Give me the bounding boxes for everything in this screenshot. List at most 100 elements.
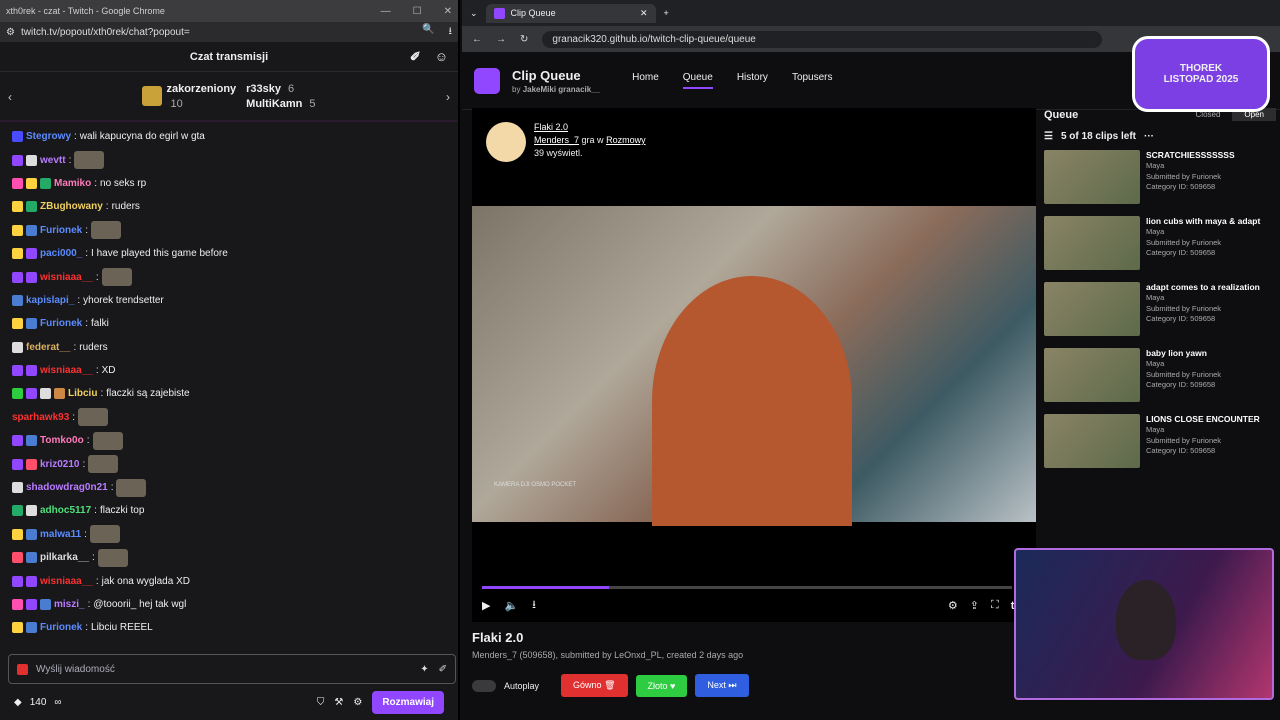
badge-icon[interactable] <box>26 154 37 166</box>
badge-icon[interactable] <box>12 177 23 189</box>
author-link[interactable]: JakeMiki <box>523 85 556 94</box>
badge-icon[interactable] <box>12 458 23 470</box>
queue-thumbnail[interactable] <box>1044 282 1140 336</box>
badge-icon[interactable] <box>12 552 23 564</box>
download-icon[interactable]: ⭳ <box>532 596 536 615</box>
nav-history[interactable]: History <box>737 72 768 89</box>
users-icon[interactable]: ☺ <box>435 49 448 65</box>
clip-category[interactable]: Rozmowy <box>606 135 646 145</box>
emote-icon[interactable] <box>116 478 147 497</box>
gift-main-user[interactable]: zakorzeniony <box>166 83 236 95</box>
chat-username[interactable]: wisniaaa__ <box>40 576 93 587</box>
gear-icon[interactable]: ⚙ <box>948 599 958 612</box>
chat-username[interactable]: Stegrowy <box>26 131 71 142</box>
queue-thumbnail[interactable] <box>1044 150 1140 204</box>
badge-icon[interactable] <box>40 388 51 400</box>
chat-username[interactable]: wisniaaa__ <box>40 272 93 283</box>
emote-icon[interactable] <box>89 525 120 544</box>
chat-username[interactable]: miszi_ <box>54 599 85 610</box>
url-field[interactable]: granacik320.github.io/twitch-clip-queue/… <box>542 30 1103 48</box>
chat-username[interactable]: Tomko0o <box>40 435 84 446</box>
badge-icon[interactable] <box>12 341 23 353</box>
new-tab-icon[interactable]: + <box>664 8 669 18</box>
badge-icon[interactable] <box>26 318 37 330</box>
badge-icon[interactable] <box>26 528 37 540</box>
send-button[interactable]: Rozmawiaj <box>372 690 444 714</box>
chat-url[interactable]: twitch.tv/popout/xth0rek/chat?popout= <box>21 27 190 38</box>
badge-icon[interactable] <box>12 528 23 540</box>
badge-icon[interactable] <box>26 201 37 213</box>
chat-username[interactable]: pilkarka__ <box>40 552 89 563</box>
chat-username[interactable]: Mamiko <box>54 178 91 189</box>
badge-icon[interactable] <box>12 435 23 447</box>
back-icon[interactable]: ← <box>472 34 482 45</box>
badge-icon[interactable] <box>12 248 23 260</box>
queue-item[interactable]: lion cubs with maya & adapt Maya Submitted… <box>1044 216 1276 274</box>
badge-icon[interactable] <box>26 622 37 634</box>
chat-username[interactable]: federat__ <box>26 342 70 353</box>
forward-icon[interactable]: → <box>496 34 506 45</box>
emote-icon[interactable] <box>74 151 105 170</box>
badge-icon[interactable] <box>12 294 23 306</box>
good-button[interactable]: Złoto ♥ <box>635 674 688 697</box>
shield-icon[interactable]: ⛉ <box>317 697 325 708</box>
badge-icon[interactable] <box>26 575 37 587</box>
mod-icon[interactable]: ⚒ <box>334 697 343 708</box>
badge-icon[interactable] <box>12 201 23 213</box>
badge-icon[interactable] <box>26 224 37 236</box>
share-icon[interactable]: ⇪ <box>970 599 979 612</box>
badge-icon[interactable] <box>12 224 23 236</box>
badge-icon[interactable] <box>54 388 65 400</box>
badge-icon[interactable] <box>12 622 23 634</box>
nav-home[interactable]: Home <box>632 72 659 89</box>
emote-icon[interactable] <box>88 455 119 474</box>
fullscreen-icon[interactable]: ⛶ <box>991 599 999 612</box>
badge-icon[interactable] <box>40 599 51 610</box>
chat-username[interactable]: Furionek <box>40 622 82 633</box>
chat-username[interactable]: ZBughowany <box>40 201 103 212</box>
gift-user[interactable]: MultiKamn 5 <box>246 98 315 110</box>
badge-icon[interactable] <box>26 505 37 517</box>
emote-icon[interactable] <box>92 431 123 450</box>
nav-topusers[interactable]: Topusers <box>792 72 833 89</box>
points-icon[interactable]: ◆ <box>14 697 22 708</box>
chevron-left-icon[interactable]: ‹ <box>8 90 12 104</box>
video-frame[interactable]: KAMERA DJI OSMO POCKET <box>472 206 1036 526</box>
badge-icon[interactable] <box>12 482 23 494</box>
tab-menu-icon[interactable]: ⌄ <box>470 8 478 19</box>
chat-urlbar[interactable]: ⚙ twitch.tv/popout/xth0rek/chat?popout= … <box>0 22 458 42</box>
badge-icon[interactable] <box>26 365 37 377</box>
chat-username[interactable]: sparhawk93 <box>12 412 69 423</box>
video-progress[interactable] <box>482 586 1012 589</box>
clip-channel[interactable]: Flaki 2.0 <box>534 122 568 132</box>
chat-input[interactable]: Wyślij wiadomość ✦ ✐ <box>8 654 456 684</box>
chat-username[interactable]: Furionek <box>40 225 82 236</box>
play-icon[interactable]: ▶ <box>482 599 490 612</box>
badge-icon[interactable] <box>26 435 37 447</box>
reload-icon[interactable]: ↻ <box>520 34 528 45</box>
chevron-right-icon[interactable]: › <box>446 90 450 104</box>
zoom-icon[interactable]: 🔍 <box>422 24 434 41</box>
extensions-icon[interactable]: ✐ <box>410 49 421 65</box>
download-icon[interactable]: ⭳ <box>449 24 453 41</box>
author-link[interactable]: granacik__ <box>558 85 600 94</box>
chat-username[interactable]: kapislapi_ <box>26 295 74 306</box>
badge-icon[interactable] <box>12 154 23 166</box>
queue-thumbnail[interactable] <box>1044 216 1140 270</box>
chat-username[interactable]: Furionek <box>40 318 82 329</box>
more-icon[interactable]: ··· <box>1144 131 1154 142</box>
volume-icon[interactable]: 🔈 <box>504 599 518 612</box>
tab-clip-queue[interactable]: Clip Queue ✕ <box>485 3 656 23</box>
badge-icon[interactable] <box>26 388 37 400</box>
badge-icon[interactable] <box>12 271 23 283</box>
chat-username[interactable]: kriz0210 <box>40 459 79 470</box>
badge-icon[interactable] <box>12 505 23 517</box>
emote-icon[interactable] <box>101 268 132 287</box>
chat-username[interactable]: paci000_ <box>40 248 82 259</box>
emote-icon[interactable] <box>97 548 128 567</box>
avatar[interactable] <box>486 122 526 162</box>
close-icon[interactable]: ✕ <box>640 8 648 19</box>
emote-icon[interactable] <box>78 408 109 427</box>
list-icon[interactable]: ☰ <box>1044 131 1053 142</box>
badge-icon[interactable] <box>12 388 23 400</box>
